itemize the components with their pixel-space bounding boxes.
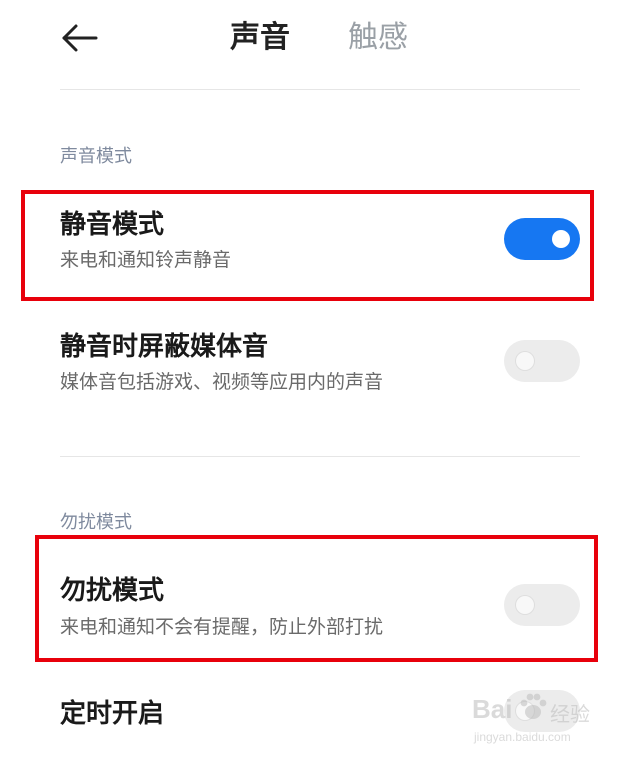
tab-sound[interactable]: 声音 bbox=[230, 18, 290, 58]
section-title-sound-mode: 声音模式 bbox=[60, 146, 132, 167]
top-bar: 声音 触感 bbox=[0, 0, 619, 88]
mute-media-subtitle: 媒体音包括游戏、视频等应用内的声音 bbox=[60, 371, 384, 393]
baidu-watermark: Bai 经验 jingyan.baidu.com bbox=[472, 688, 592, 750]
watermark-brand: Bai bbox=[472, 694, 513, 724]
arrow-left-icon bbox=[62, 24, 98, 52]
back-button[interactable] bbox=[60, 20, 100, 56]
scheduled-title: 定时开启 bbox=[60, 699, 165, 729]
tab-haptic[interactable]: 触感 bbox=[348, 18, 408, 58]
paw-logo-icon bbox=[520, 693, 547, 719]
watermark-url: jingyan.baidu.com bbox=[474, 730, 571, 744]
section-title-dnd: 勿扰模式 bbox=[60, 512, 132, 533]
section-divider bbox=[60, 456, 580, 457]
header-divider bbox=[60, 89, 580, 90]
watermark-suffix: 经验 bbox=[550, 704, 590, 726]
mute-media-title: 静音时屏蔽媒体音 bbox=[60, 332, 269, 362]
mute-media-toggle[interactable] bbox=[504, 340, 580, 382]
highlight-box-silent-mode bbox=[21, 190, 594, 301]
highlight-box-dnd bbox=[35, 535, 598, 662]
toggle-knob bbox=[516, 352, 534, 370]
